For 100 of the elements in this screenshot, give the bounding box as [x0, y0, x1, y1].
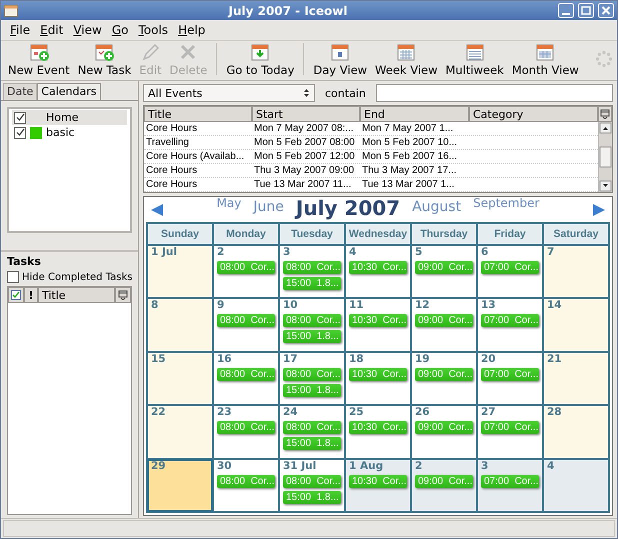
search-field[interactable]	[376, 84, 613, 102]
event-chip[interactable]: 08:00 Cor...	[283, 368, 341, 381]
toolbar-button[interactable]: Day View	[310, 42, 370, 77]
day-cell[interactable]: 1 Aug 10:30 Cor...	[346, 460, 410, 511]
event-chip[interactable]: 08:00 Cor...	[283, 261, 341, 274]
day-cell[interactable]: 21	[544, 352, 608, 404]
menu-item[interactable]: Tools	[133, 21, 174, 39]
event-chip[interactable]: 08:00 Cor...	[217, 314, 275, 328]
day-cell[interactable]: 9 08:00 Cor...	[214, 299, 278, 351]
event-chip[interactable]: 08:00 Cor...	[217, 474, 275, 488]
event-chip[interactable]: 09:00 Cor...	[415, 474, 473, 488]
day-cell[interactable]: 4	[544, 460, 608, 511]
event-chip[interactable]: 15:00 1.8...	[283, 437, 341, 450]
maximize-button[interactable]	[578, 3, 594, 18]
event-chip[interactable]: 15:00 1.8...	[283, 490, 341, 504]
column-header[interactable]: Start	[252, 106, 360, 122]
column-header[interactable]: !	[24, 287, 38, 303]
scroll-thumb[interactable]	[599, 146, 612, 168]
toolbar-button[interactable]: Week View	[372, 42, 440, 77]
event-chip[interactable]: 08:00 Cor...	[283, 474, 341, 488]
month-link[interactable]: September	[473, 196, 540, 210]
day-cell[interactable]: 20 07:00 Cor...	[478, 352, 542, 404]
column-header[interactable]: Category	[469, 106, 598, 122]
toolbar-button[interactable]: New Task	[74, 42, 134, 77]
menu-item[interactable]: File	[5, 21, 36, 39]
event-filter-dropdown[interactable]: All Events	[143, 84, 315, 102]
next-arrow-icon[interactable]	[592, 202, 606, 216]
event-chip[interactable]: 07:00 Cor...	[481, 368, 539, 381]
column-header[interactable]: Title	[38, 287, 115, 303]
column-header[interactable]: Title	[144, 106, 252, 122]
toolbar-button[interactable]: Go to Today	[223, 42, 298, 77]
event-chip[interactable]: 10:30 Cor...	[349, 421, 407, 434]
event-chip[interactable]: 09:00 Cor...	[415, 314, 473, 328]
event-chip[interactable]: 08:00 Cor...	[283, 421, 341, 434]
event-chip[interactable]: 10:30 Cor...	[349, 314, 407, 328]
event-chip[interactable]: 10:30 Cor...	[349, 261, 407, 274]
day-cell[interactable]: 12 09:00 Cor...	[412, 299, 476, 351]
menu-item[interactable]: Go	[106, 21, 134, 39]
month-link[interactable]: August	[412, 199, 462, 215]
event-chip[interactable]: 15:00 1.8...	[283, 384, 341, 397]
day-cell[interactable]: 11 10:30 Cor...	[346, 299, 410, 351]
minimize-button[interactable]	[558, 3, 574, 18]
day-cell[interactable]: 3 07:00 Cor...	[478, 460, 542, 511]
hide-completed-checkbox[interactable]	[7, 271, 19, 283]
day-cell[interactable]: 13 07:00 Cor...	[478, 299, 542, 351]
day-cell[interactable]: 4 10:30 Cor...	[346, 246, 410, 298]
toolbar-button[interactable]: New Event	[5, 42, 73, 77]
day-cell[interactable]: 1 Jul	[148, 246, 212, 298]
day-cell[interactable]: 30 08:00 Cor...	[214, 460, 278, 511]
event-chip[interactable]: 15:00 1.8...	[283, 330, 341, 344]
event-chip[interactable]: 07:00 Cor...	[481, 314, 539, 328]
event-chip[interactable]: 15:00 1.8...	[283, 277, 341, 290]
day-cell[interactable]: 28	[544, 406, 608, 458]
calendar-checkbox[interactable]	[14, 112, 26, 124]
event-chip[interactable]: 10:30 Cor...	[349, 474, 407, 488]
day-cell[interactable]: 14	[544, 299, 608, 351]
scrollbar[interactable]	[598, 122, 612, 192]
day-cell[interactable]: 19 09:00 Cor...	[412, 352, 476, 404]
event-chip[interactable]: 08:00 Cor...	[283, 314, 341, 328]
day-cell[interactable]: 5 09:00 Cor...	[412, 246, 476, 298]
event-chip[interactable]: 09:00 Cor...	[415, 261, 473, 274]
day-cell[interactable]: 26 09:00 Cor...	[412, 406, 476, 458]
menu-item[interactable]: Help	[173, 21, 210, 39]
calendar-checkbox[interactable]	[14, 126, 26, 138]
day-cell[interactable]: 29	[148, 460, 212, 511]
menu-item[interactable]: Edit	[35, 21, 68, 39]
day-cell[interactable]: 23 08:00 Cor...	[214, 406, 278, 458]
checkbox-label[interactable]: Hide Completed Tasks	[22, 272, 132, 282]
previous-arrow-icon[interactable]	[150, 202, 164, 216]
day-cell[interactable]: 22	[148, 406, 212, 458]
completed-column-icon[interactable]	[11, 290, 21, 300]
event-chip[interactable]: 08:00 Cor...	[217, 368, 275, 381]
event-chip[interactable]: 07:00 Cor...	[481, 421, 539, 434]
sidebar-tab[interactable]: Calendars	[37, 83, 100, 100]
day-cell[interactable]: 24 08:00 Cor... 15:00 1.8...	[280, 406, 344, 458]
day-cell[interactable]: 6 07:00 Cor...	[478, 246, 542, 298]
toolbar-button[interactable]: Month View	[508, 42, 582, 77]
day-cell[interactable]: 2 08:00 Cor...	[214, 246, 278, 298]
event-chip[interactable]: 07:00 Cor...	[481, 261, 539, 274]
day-cell[interactable]: 16 08:00 Cor...	[214, 352, 278, 404]
event-chip[interactable]: 09:00 Cor...	[415, 421, 473, 434]
column-picker-icon[interactable]	[118, 290, 128, 300]
calendar-name[interactable]: basic	[46, 126, 75, 139]
event-chip[interactable]: 08:00 Cor...	[217, 421, 275, 434]
sidebar-tab[interactable]: Date	[3, 83, 38, 100]
day-cell[interactable]: 10 08:00 Cor... 15:00 1.8...	[280, 299, 344, 351]
menu-item[interactable]: View	[68, 21, 107, 39]
event-chip[interactable]: 07:00 Cor...	[481, 474, 539, 488]
event-chip[interactable]: 10:30 Cor...	[349, 368, 407, 381]
month-link[interactable]: June	[253, 199, 284, 215]
day-cell[interactable]: 8	[148, 299, 212, 351]
day-cell[interactable]: 2 09:00 Cor...	[412, 460, 476, 511]
column-header[interactable]: End	[360, 106, 469, 122]
scroll-down-button[interactable]	[599, 180, 612, 192]
close-button[interactable]	[598, 3, 614, 18]
toolbar-button[interactable]: Multiweek	[442, 42, 507, 77]
day-cell[interactable]: 17 08:00 Cor... 15:00 1.8...	[280, 352, 344, 404]
day-cell[interactable]: 18 10:30 Cor...	[346, 352, 410, 404]
column-picker-icon[interactable]	[600, 109, 610, 119]
day-cell[interactable]: 31 Jul 08:00 Cor... 15:00 1.8...	[280, 460, 344, 511]
